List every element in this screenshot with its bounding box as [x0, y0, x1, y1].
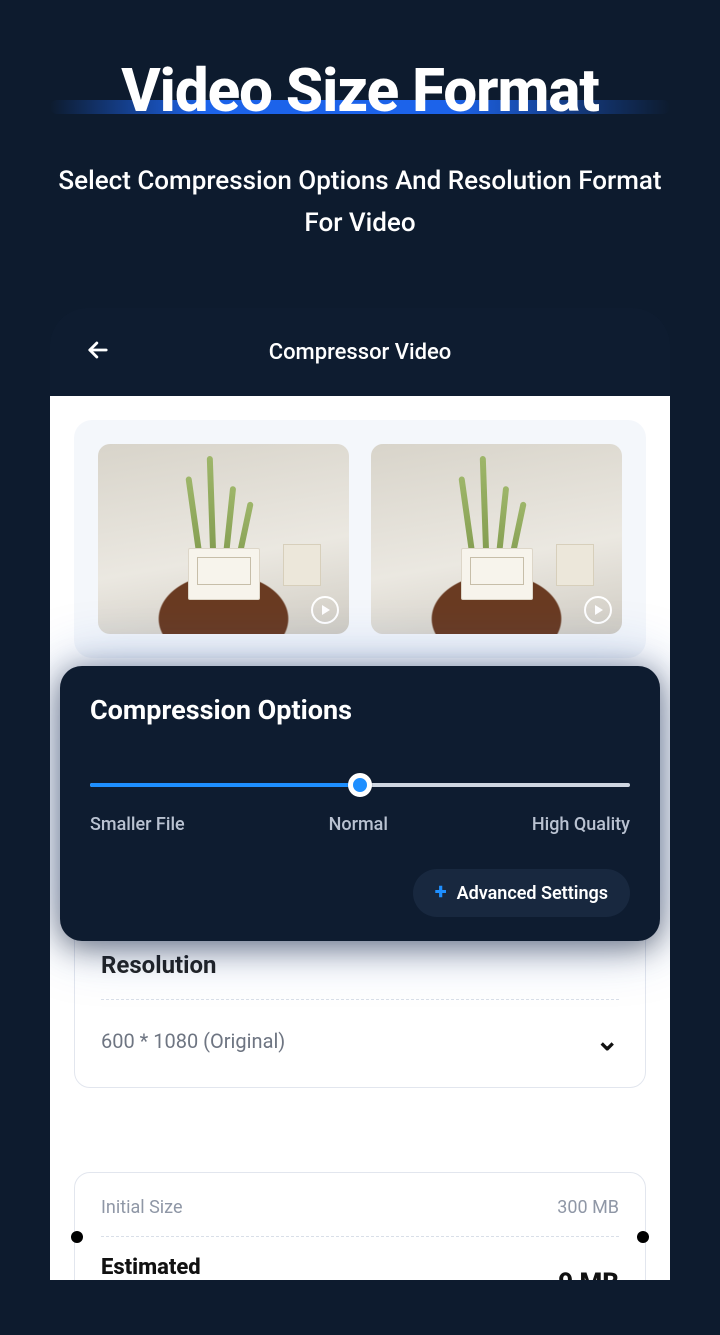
resolution-select[interactable]: 600 * 1080 (Original) ⌄ — [101, 1024, 619, 1057]
compression-options-title: Compression Options — [90, 694, 630, 726]
advanced-settings-label: Advanced Settings — [457, 883, 608, 904]
slider-label-right: High Quality — [532, 814, 630, 835]
resolution-value: 600 * 1080 (Original) — [101, 1029, 285, 1053]
chevron-down-icon: ⌄ — [596, 1024, 619, 1057]
initial-size-value: 300 MB — [557, 1197, 619, 1218]
play-icon[interactable] — [311, 596, 339, 624]
advanced-settings-button[interactable]: + Advanced Settings — [413, 869, 630, 917]
compression-options-panel: Compression Options Smaller File Normal … — [60, 666, 660, 941]
app-title: Compressor Video — [84, 340, 636, 365]
slider-labels: Smaller File Normal High Quality — [90, 814, 630, 835]
hero-title: Video Size Format — [0, 55, 720, 126]
initial-size-label: Initial Size — [101, 1197, 183, 1218]
hero-subtitle: Select Compression Options And Resolutio… — [45, 161, 675, 244]
play-icon[interactable] — [584, 596, 612, 624]
slider-thumb[interactable] — [348, 773, 372, 797]
video-thumb-before[interactable] — [98, 444, 349, 634]
resolution-title: Resolution — [101, 951, 619, 979]
size-card: Initial Size 300 MB EstimatedCompressed … — [74, 1172, 646, 1280]
video-thumb-after[interactable] — [371, 444, 622, 634]
resolution-card: Resolution 600 * 1080 (Original) ⌄ — [74, 924, 646, 1088]
app-bar: Compressor Video — [50, 308, 670, 396]
slider-label-mid: Normal — [329, 814, 388, 835]
phone-frame: Compressor Video Resolution 600 * 1080 (… — [50, 308, 670, 1280]
video-preview-card — [74, 420, 646, 658]
plus-icon: + — [435, 882, 447, 904]
slider-label-left: Smaller File — [90, 814, 185, 835]
estimated-size-value: 9 MB — [558, 1268, 619, 1280]
compression-slider[interactable] — [90, 776, 630, 794]
estimated-size-label: EstimatedCompressed Size — [101, 1253, 274, 1280]
